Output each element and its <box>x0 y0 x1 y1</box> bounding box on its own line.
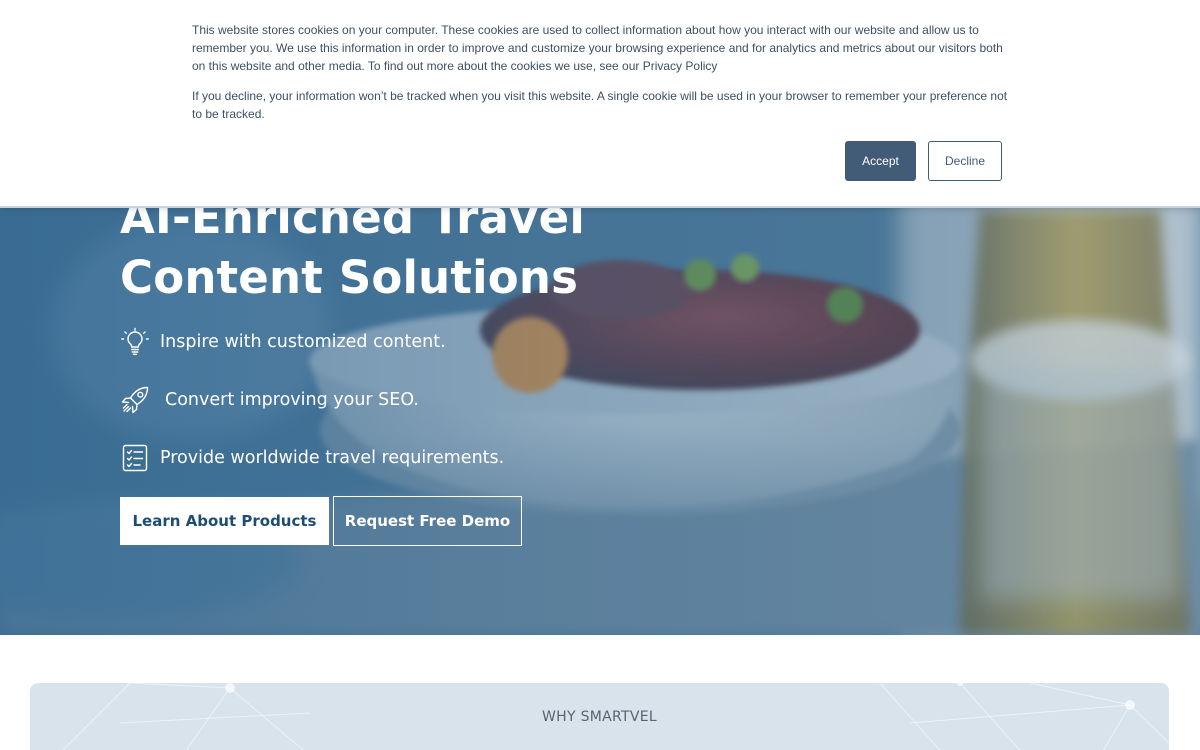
why-smartvel-section: WHY SMARTVEL <box>30 683 1169 750</box>
rocket-icon <box>120 385 150 415</box>
decline-cookies-button[interactable]: Decline <box>928 141 1002 181</box>
accept-cookies-button[interactable]: Accept <box>845 141 916 181</box>
feature-item-convert: Convert improving your SEO. <box>120 383 419 417</box>
feature-text: Provide worldwide travel requirements. <box>160 448 505 468</box>
cookie-decline-info-text: If you decline, your information won’t b… <box>192 89 1008 121</box>
hero-title-line-2: Content Solutions <box>120 251 579 304</box>
learn-about-products-button[interactable]: Learn About Products <box>120 497 329 545</box>
feature-text: Convert improving your SEO. <box>165 390 419 410</box>
cookie-consent-banner: This website stores cookies on your comp… <box>0 0 1200 208</box>
cookie-info-text: This website stores cookies on your comp… <box>192 23 1003 73</box>
lightbulb-icon <box>120 327 150 357</box>
request-free-demo-button[interactable]: Request Free Demo <box>333 496 522 546</box>
feature-item-provide: Provide worldwide travel requirements. <box>120 441 504 475</box>
checklist-icon <box>120 443 150 473</box>
feature-item-inspire: Inspire with customized content. <box>120 325 446 359</box>
feature-text: Inspire with customized content. <box>160 332 446 352</box>
why-smartvel-label: WHY SMARTVEL <box>542 709 657 725</box>
